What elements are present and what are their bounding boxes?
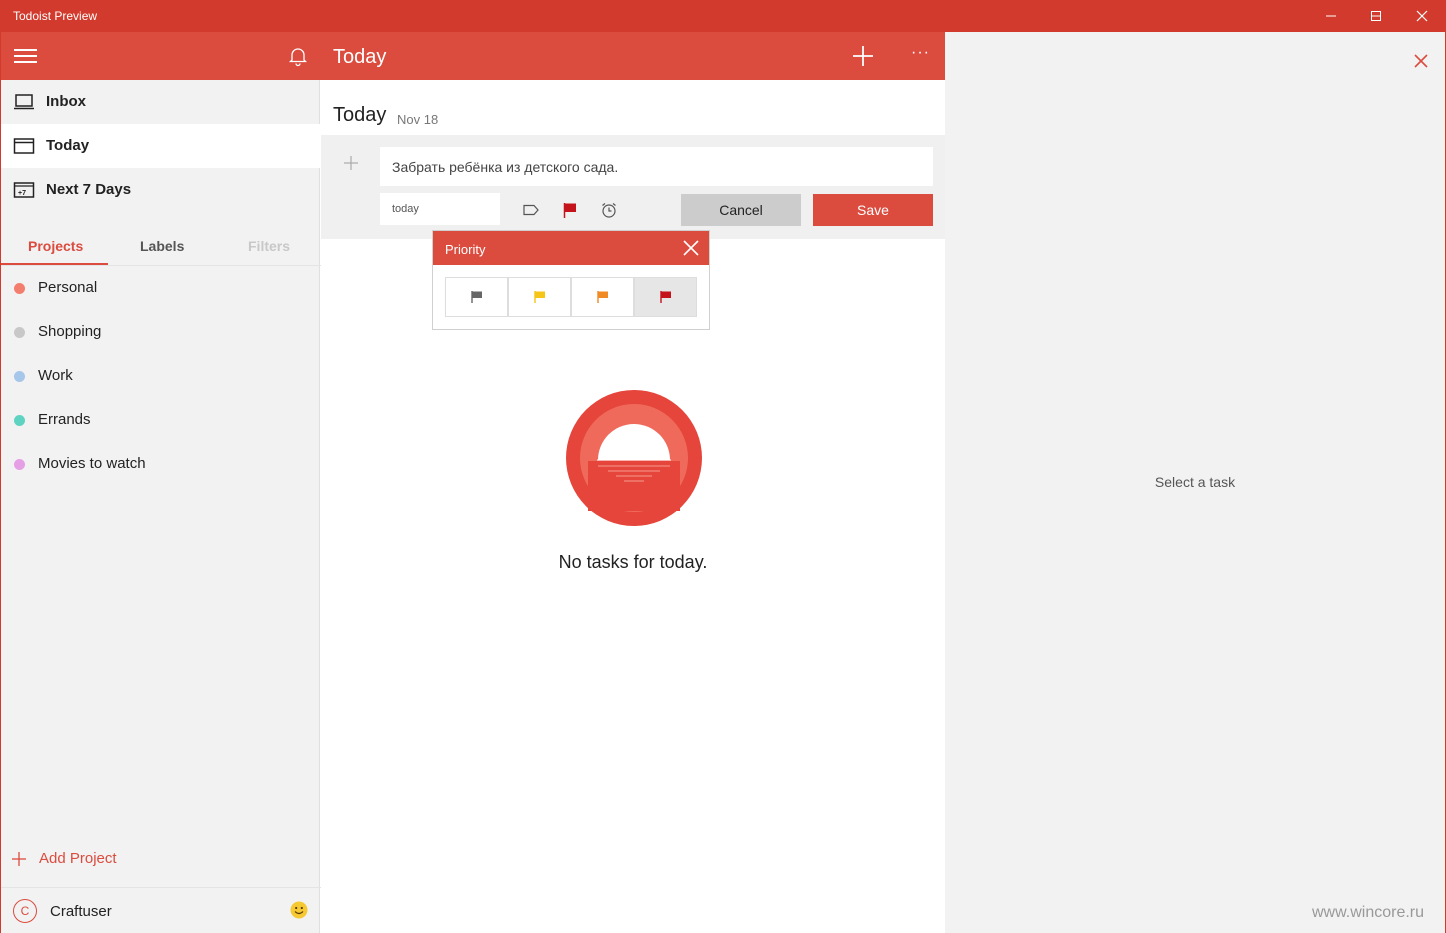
watermark: www.wincore.ru <box>1312 904 1425 921</box>
window-titlebar: Todoist Preview <box>0 0 1446 32</box>
main-panel: Today ··· Today Nov 18 Cancel Save Prior… <box>321 32 945 933</box>
close-icon[interactable] <box>683 240 699 256</box>
day-date: Nov 18 <box>397 112 439 127</box>
user-account[interactable]: C Craftuser <box>1 887 321 933</box>
project-label: Shopping <box>38 323 102 340</box>
project-color-dot <box>14 283 25 294</box>
active-tab-indicator <box>1 263 108 265</box>
task-detail-panel: Select a task www.wincore.ru <box>945 32 1446 933</box>
notifications-bell-icon[interactable] <box>287 45 309 67</box>
hamburger-menu-icon[interactable] <box>14 49 38 63</box>
priority-2-option[interactable] <box>571 277 634 317</box>
calendar-icon <box>13 138 35 154</box>
sidebar: Inbox Today +7 Next 7 Days Projects Labe… <box>0 32 321 933</box>
tab-projects[interactable]: Projects <box>28 238 83 254</box>
priority-3-option[interactable] <box>508 277 571 317</box>
page-title: Today <box>333 46 387 68</box>
priority-popup: Priority <box>432 230 710 330</box>
nav-today-label: Today <box>46 137 90 154</box>
tab-labels[interactable]: Labels <box>140 238 184 254</box>
priority-1-option[interactable] <box>634 277 697 317</box>
flag-red-icon <box>659 291 671 303</box>
project-color-dot <box>14 371 25 382</box>
sidebar-tabs: Projects Labels Filters <box>1 226 321 266</box>
close-icon[interactable] <box>1413 53 1429 69</box>
project-label: Errands <box>38 411 91 428</box>
project-label: Work <box>38 367 73 384</box>
label-tag-icon[interactable] <box>522 201 540 219</box>
project-shopping[interactable]: Shopping <box>1 310 321 354</box>
nav-inbox-label: Inbox <box>46 93 86 110</box>
close-window-button[interactable] <box>1399 0 1445 32</box>
add-project-button[interactable]: Add Project <box>1 844 321 874</box>
priority-popup-title: Priority <box>445 242 486 257</box>
plus-icon <box>12 852 26 866</box>
project-movies-to-watch[interactable]: Movies to watch <box>1 442 321 486</box>
sunset-illustration <box>566 390 702 526</box>
project-work[interactable]: Work <box>1 354 321 398</box>
project-color-dot <box>14 459 25 470</box>
priority-flag-icon[interactable] <box>561 201 579 219</box>
flag-gray-icon <box>470 291 482 303</box>
select-task-placeholder: Select a task <box>1154 474 1236 490</box>
day-title: Today <box>333 104 387 126</box>
minimize-button-alt[interactable] <box>1308 0 1354 32</box>
sidebar-header <box>1 32 321 80</box>
add-project-label: Add Project <box>39 850 117 867</box>
project-label: Movies to watch <box>38 455 146 472</box>
app-title: Todoist Preview <box>13 9 98 23</box>
reminder-alarm-icon[interactable] <box>600 201 618 219</box>
project-color-dot <box>14 415 25 426</box>
project-color-dot <box>14 327 25 338</box>
avatar: C <box>13 899 37 923</box>
task-content-input[interactable] <box>380 147 933 186</box>
close-icon <box>1416 10 1428 22</box>
flag-orange-icon <box>596 291 608 303</box>
more-options-icon[interactable]: ··· <box>911 44 930 62</box>
priority-4-option[interactable] <box>445 277 508 317</box>
add-task-icon[interactable] <box>849 42 877 70</box>
calendar-plus7-icon: +7 <box>13 182 35 198</box>
nav-today[interactable]: Today <box>1 124 321 168</box>
priority-popup-header: Priority <box>433 231 709 265</box>
inbox-icon <box>14 94 34 110</box>
save-button[interactable]: Save <box>813 194 933 226</box>
flag-yellow-icon <box>533 291 545 303</box>
calendar-badge: +7 <box>18 190 26 197</box>
user-name: Craftuser <box>50 903 112 920</box>
project-label: Personal <box>38 279 98 296</box>
maximize-button[interactable] <box>1353 0 1399 32</box>
project-personal[interactable]: Personal <box>1 266 321 310</box>
due-date-input[interactable] <box>380 193 500 225</box>
project-errands[interactable]: Errands <box>1 398 321 442</box>
task-editor: Cancel Save <box>321 135 945 239</box>
maximize-icon <box>1371 11 1381 21</box>
empty-state-message: No tasks for today. <box>558 552 708 572</box>
smiley-icon[interactable] <box>290 901 308 919</box>
nav-next-7-days[interactable]: +7 Next 7 Days <box>1 168 321 212</box>
plus-icon <box>344 156 358 170</box>
nav-inbox[interactable]: Inbox <box>1 80 321 124</box>
minimize-icon <box>1326 15 1336 17</box>
main-header: Today ··· <box>321 32 945 80</box>
cancel-button[interactable]: Cancel <box>681 194 801 226</box>
tab-filters[interactable]: Filters <box>248 238 290 254</box>
nav-next-7-days-label: Next 7 Days <box>46 181 132 198</box>
